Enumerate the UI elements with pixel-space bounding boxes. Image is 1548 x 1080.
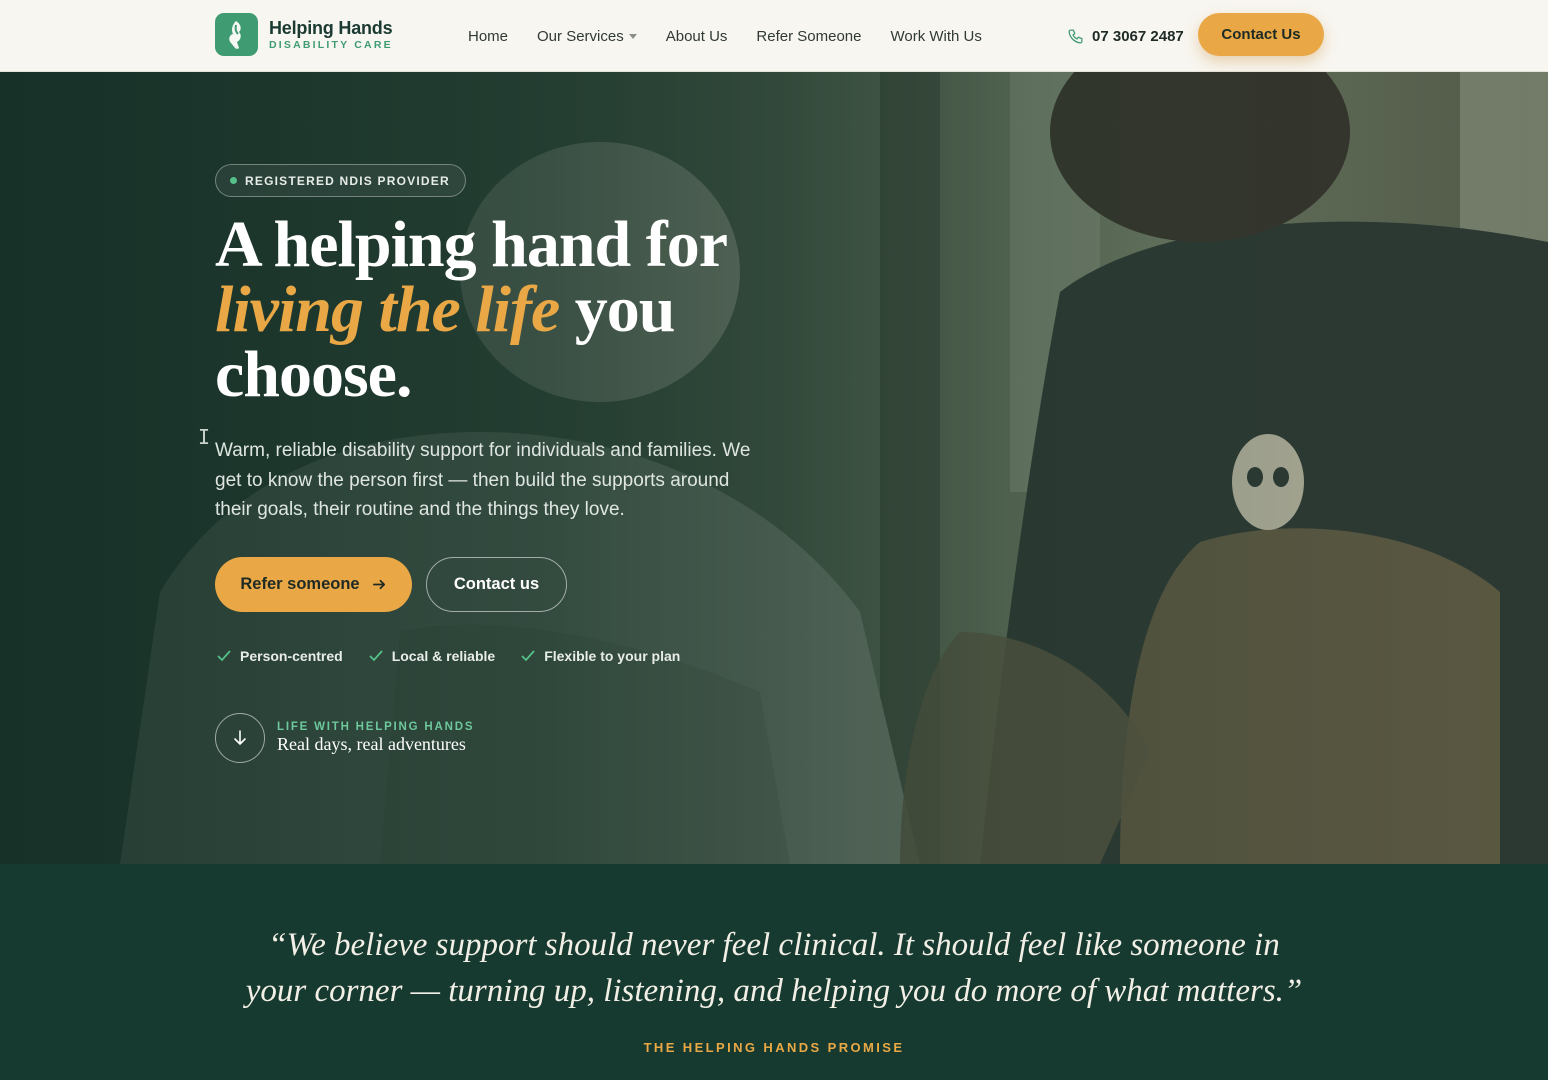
scroll-down-cue[interactable]: LIFE WITH HELPING HANDS Real days, real … xyxy=(215,713,474,763)
nav-home[interactable]: Home xyxy=(468,28,508,45)
check-icon xyxy=(369,650,383,662)
phone-link[interactable]: 07 3067 2487 xyxy=(1067,0,1184,72)
refer-someone-label: Refer someone xyxy=(240,575,360,593)
nav-our-services[interactable]: Our Services xyxy=(537,28,637,45)
text-cursor-icon: I xyxy=(198,425,211,449)
nav-our-services-label: Our Services xyxy=(537,27,624,45)
nav-home-label: Home xyxy=(468,27,509,45)
check-item: Local & reliable xyxy=(369,648,495,664)
hero-headline: A helping hand for living the life you c… xyxy=(215,212,855,408)
hand-logo-icon xyxy=(215,13,258,56)
scroll-title: Real days, real adventures xyxy=(277,734,466,754)
nav-work-with-us[interactable]: Work With Us xyxy=(890,28,981,45)
headline-part3: choose. xyxy=(215,338,412,411)
headline-part1: A helping hand for xyxy=(215,208,728,281)
feature-checks: Person-centred Local & reliable Flexible… xyxy=(217,648,680,664)
contact-us-button[interactable]: Contact Us xyxy=(1198,13,1324,56)
nav-work-with-us-label: Work With Us xyxy=(890,27,982,45)
check-icon xyxy=(217,650,231,662)
hero-section: REGISTERED NDIS PROVIDER A helping hand … xyxy=(0,72,1548,864)
nav-about-us[interactable]: About Us xyxy=(666,28,728,45)
brand-subtitle: DISABILITY CARE xyxy=(269,38,393,51)
headline-accent: living the life xyxy=(215,273,560,346)
promise-label: THE HELPING HANDS PROMISE xyxy=(643,1040,905,1055)
check-label: Local & reliable xyxy=(391,648,496,664)
nav-refer-someone-label: Refer Someone xyxy=(756,27,862,45)
nav-refer-someone[interactable]: Refer Someone xyxy=(756,28,861,45)
nav-about-us-label: About Us xyxy=(665,27,728,45)
status-dot-icon xyxy=(230,177,237,184)
site-header: Helping Hands DISABILITY CARE Home Our S… xyxy=(0,0,1548,72)
brand-logo[interactable]: Helping Hands DISABILITY CARE xyxy=(215,13,393,56)
chevron-down-icon xyxy=(628,34,637,39)
hero-lead: Warm, reliable disability support for in… xyxy=(215,440,751,520)
ndis-badge-label: REGISTERED NDIS PROVIDER xyxy=(245,173,450,188)
arrow-right-icon xyxy=(372,579,385,590)
arrow-down-icon xyxy=(234,730,246,745)
quote-line-2: your corner — turning up, listening, and… xyxy=(245,973,1303,1009)
brand-name: Helping Hands xyxy=(269,17,393,38)
phone-number: 07 3067 2487 xyxy=(1092,27,1184,45)
main-nav: Home Our Services About Us Refer Someone… xyxy=(468,0,982,72)
scroll-down-button[interactable] xyxy=(215,713,265,763)
headline-part2: you xyxy=(574,273,676,346)
quote-line-1: “We believe support should never feel cl… xyxy=(268,927,1280,963)
check-icon xyxy=(521,650,535,662)
promise-section: “We believe support should never feel cl… xyxy=(0,864,1548,1080)
check-label: Flexible to your plan xyxy=(544,648,681,664)
phone-icon xyxy=(1068,28,1083,44)
promise-quote: “We believe support should never feel cl… xyxy=(0,922,1548,1014)
check-item: Flexible to your plan xyxy=(521,648,680,664)
check-label: Person-centred xyxy=(240,648,343,664)
contact-us-secondary-button[interactable]: Contact us xyxy=(426,557,567,612)
check-item: Person-centred xyxy=(217,648,343,664)
refer-someone-button[interactable]: Refer someone xyxy=(215,557,412,612)
ndis-badge: REGISTERED NDIS PROVIDER xyxy=(215,164,466,197)
scroll-kicker: LIFE WITH HELPING HANDS xyxy=(277,721,475,733)
